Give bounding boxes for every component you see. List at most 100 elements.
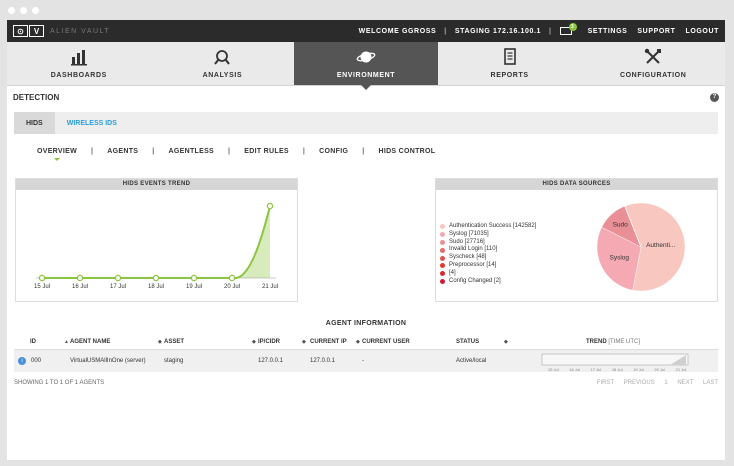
legend-item[interactable]: Syscheck [48]: [440, 254, 536, 262]
pagination: FIRST PREVIOUS 1 NEXT LAST: [589, 380, 718, 386]
legend-label: Preprocessor [14]: [449, 261, 497, 268]
col-current-user[interactable]: CURRENT USER: [362, 339, 410, 345]
col-asset[interactable]: ASSET: [164, 339, 184, 345]
mini-trend-tick: 21 Jul: [676, 367, 687, 372]
legend-swatch: [440, 263, 445, 269]
cell-status: Active/local: [456, 358, 487, 364]
x-tick-label: 20 Jul: [224, 284, 240, 290]
legend-item[interactable]: Syslog [71035]: [440, 231, 536, 239]
legend-item[interactable]: Authentication Success [142582]: [440, 223, 536, 231]
nav-label: DASHBOARDS: [50, 72, 107, 79]
col-id[interactable]: ID: [30, 339, 36, 345]
col-status[interactable]: STATUS: [456, 339, 479, 345]
legend-item[interactable]: [4]: [440, 270, 536, 278]
nav-label: CONFIGURATION: [619, 72, 687, 79]
settings-link[interactable]: SETTINGS: [588, 28, 628, 35]
cell-id: 000: [31, 358, 42, 364]
nav-reports[interactable]: REPORTS: [438, 42, 582, 85]
logout-link[interactable]: LOGOUT: [685, 28, 719, 35]
close-dot[interactable]: [8, 7, 15, 14]
welcome-text: WELCOME GGROSS: [358, 27, 437, 35]
trend-point: [152, 274, 160, 282]
planet-icon: [356, 51, 376, 63]
bar-chart-icon: [70, 50, 87, 66]
tab-bar: HIDS WIRELESS IDS: [14, 112, 718, 134]
sort-icon[interactable]: ◆: [504, 339, 508, 345]
magnifier-icon: [214, 50, 231, 65]
nav-analysis[interactable]: ANALYSIS: [151, 42, 295, 85]
mini-trend-frame: [541, 353, 689, 366]
legend-label: [4]: [449, 269, 456, 276]
subnav-config[interactable]: CONFIG: [319, 148, 348, 155]
window-controls: [8, 7, 39, 14]
tab-wireless-ids[interactable]: WIRELESS IDS: [55, 112, 129, 134]
sort-icon[interactable]: ▲: [64, 339, 69, 345]
legend-swatch: [440, 278, 445, 284]
top-right-menu: WELCOME GGROSS | STAGING 172.16.100.1 | …: [358, 23, 719, 35]
document-icon: [503, 48, 516, 65]
legend-label: Syscheck [48]: [449, 254, 487, 261]
info-icon[interactable]: i: [18, 357, 26, 365]
legend-label: Syslog [71035]: [449, 230, 489, 237]
minimize-dot[interactable]: [20, 7, 27, 14]
help-icon[interactable]: ?: [710, 92, 719, 102]
tab-hids[interactable]: HIDS: [14, 112, 55, 134]
legend-item[interactable]: Sudo [27716]: [440, 239, 536, 247]
legend-swatch: [440, 232, 445, 238]
pager-last[interactable]: LAST: [703, 380, 718, 386]
col-ip-cidr[interactable]: IP/CIDR: [258, 339, 280, 345]
subnav-overview[interactable]: OVERVIEW: [37, 148, 77, 161]
maximize-dot[interactable]: [32, 7, 39, 14]
logo-mark-icon: ⊙ V: [13, 25, 44, 37]
trend-area: [232, 206, 270, 278]
cell-current-ip: 127.0.0.1: [310, 358, 336, 364]
data-sources-pie-chart: Syslog Sudo Authenti...: [596, 202, 686, 292]
divider: |: [362, 148, 365, 155]
sort-icon[interactable]: ◆: [302, 339, 306, 345]
nav-configuration[interactable]: CONFIGURATION: [581, 42, 725, 85]
subnav-edit-rules[interactable]: EDIT RULES: [244, 148, 289, 155]
divider: |: [549, 27, 552, 35]
showing-count: SHOWING 1 TO 1 OF 1 AGENTS: [14, 380, 105, 386]
col-agent-name[interactable]: AGENT NAME: [70, 339, 110, 345]
col-current-ip[interactable]: CURRENT IP: [310, 339, 347, 345]
mini-trend-tick: 15 Jul: [548, 367, 559, 372]
table-row[interactable]: i 000 VirtualUSMAllInOne (server) stagin…: [14, 350, 718, 372]
subnav-hids-control[interactable]: HIDS CONTROL: [378, 148, 435, 155]
pager-next[interactable]: NEXT: [677, 380, 693, 386]
mini-trend-tick: 17 Jul: [591, 367, 602, 372]
logo[interactable]: ⊙ V ALIEN VAULT: [13, 25, 110, 37]
top-bar: ⊙ V ALIEN VAULT WELCOME GGROSS | STAGING …: [7, 20, 725, 42]
x-tick-label: 15 Jul: [34, 284, 50, 290]
x-tick-label: 17 Jul: [110, 284, 126, 290]
pie-slice-label: Syslog: [610, 255, 630, 262]
legend-item[interactable]: Invalid Login [110]: [440, 246, 536, 254]
pager-page[interactable]: 1: [664, 380, 667, 386]
nav-dashboards[interactable]: DASHBOARDS: [7, 42, 151, 85]
sort-icon[interactable]: ◆: [158, 339, 162, 345]
staging-text: STAGING 172.16.100.1: [454, 27, 542, 35]
legend-swatch: [440, 239, 445, 245]
legend-item[interactable]: Config Changed [2]: [440, 278, 536, 286]
cell-ip-cidr: 127.0.0.1: [258, 358, 284, 364]
x-tick-label: 18 Jul: [148, 284, 164, 290]
nav-label: REPORTS: [490, 72, 529, 79]
support-link[interactable]: SUPPORT: [637, 28, 675, 35]
subnav-agentless[interactable]: AGENTLESS: [169, 148, 214, 155]
mini-trend-tick: 19 Jul: [633, 367, 644, 372]
legend-item[interactable]: Preprocessor [14]: [440, 262, 536, 270]
cell-current-user: -: [362, 358, 364, 364]
mail-icon[interactable]: 3: [559, 23, 577, 35]
cell-agent-name: VirtualUSMAllInOne (server): [70, 358, 146, 364]
browser-frame: ⊙ V ALIEN VAULT WELCOME GGROSS | STAGING …: [0, 0, 734, 466]
pager-first[interactable]: FIRST: [597, 380, 614, 386]
main-nav: DASHBOARDS ANALYSIS ENVIRONMENT REPORTS: [7, 42, 725, 90]
sort-icon[interactable]: ◆: [356, 339, 360, 345]
sort-icon[interactable]: ◆: [252, 339, 256, 345]
nav-environment[interactable]: ENVIRONMENT: [294, 42, 438, 90]
legend-label: Authentication Success [142582]: [449, 223, 537, 229]
cell-asset: staging: [164, 358, 184, 364]
subnav-agents[interactable]: AGENTS: [107, 148, 138, 155]
col-trend[interactable]: TREND [TIME UTC]: [586, 339, 640, 345]
pager-previous[interactable]: PREVIOUS: [624, 380, 655, 386]
